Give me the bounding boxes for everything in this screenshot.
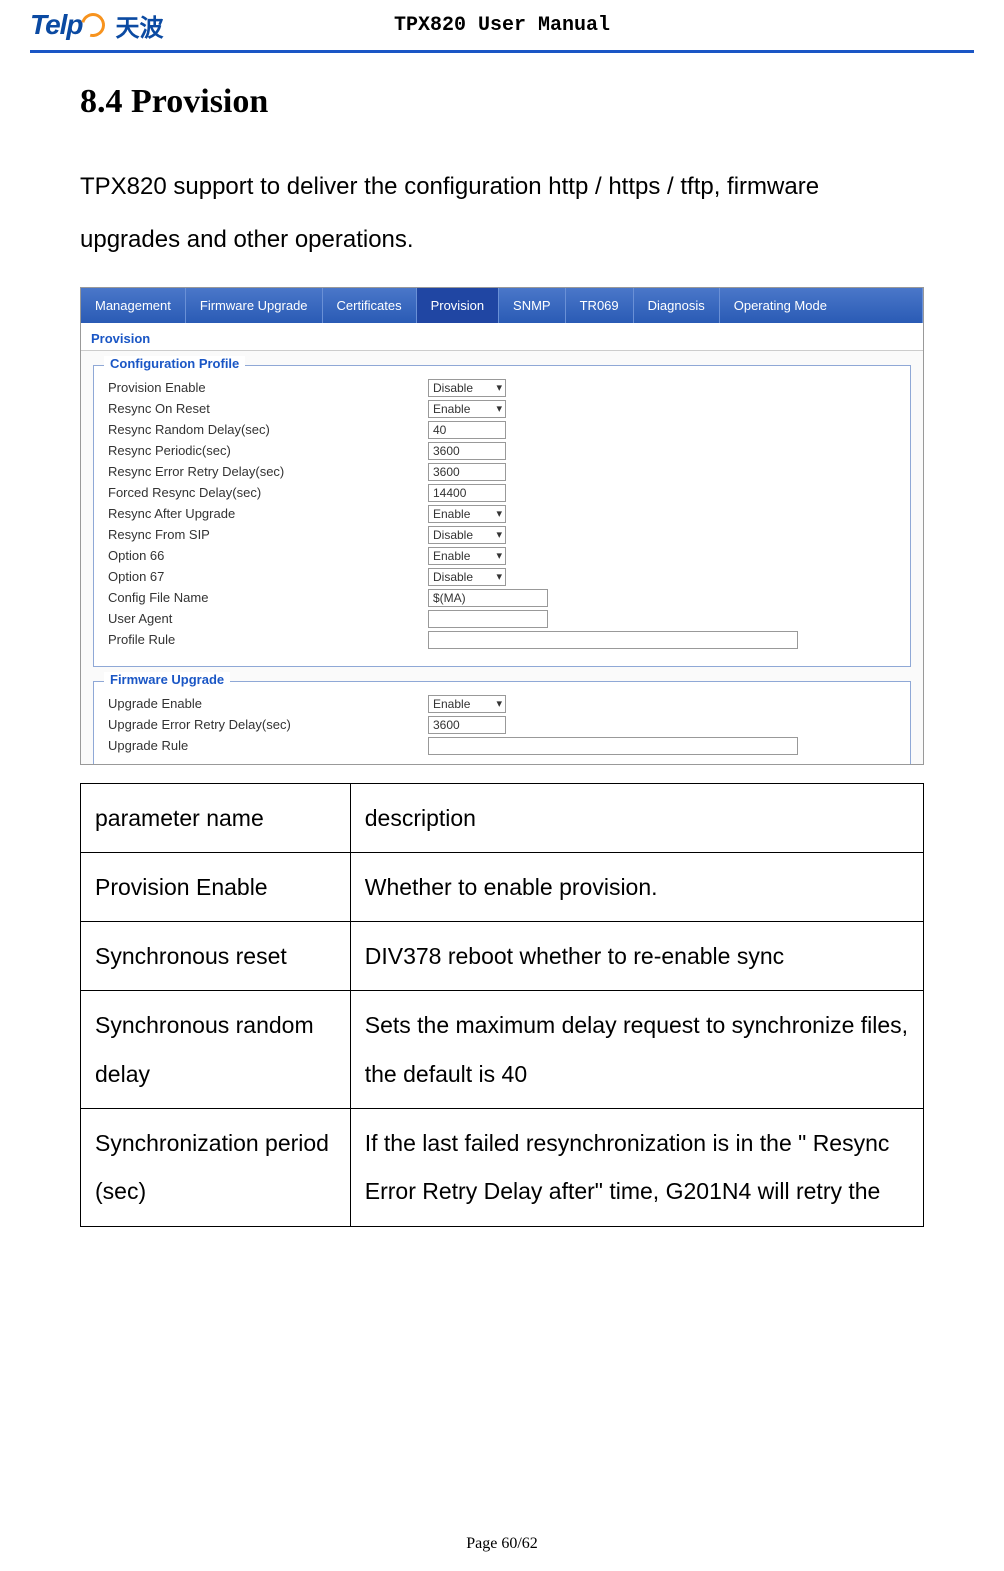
logo-text-en: Telp xyxy=(30,9,106,41)
label-provision-enable: Provision Enable xyxy=(108,380,428,395)
label-resync-after-upgrade: Resync After Upgrade xyxy=(108,506,428,521)
ui-section-header: Provision xyxy=(81,323,923,351)
tab-bar: Management Firmware Upgrade Certificates… xyxy=(81,288,923,323)
cell-desc: Whether to enable provision. xyxy=(350,852,923,921)
input-user-agent[interactable] xyxy=(428,610,548,628)
input-resync-periodic[interactable]: 3600 xyxy=(428,442,506,460)
select-resync-on-reset[interactable]: Enable xyxy=(428,400,506,418)
tab-provision[interactable]: Provision xyxy=(417,288,499,323)
cell-name: Synchronization period (sec) xyxy=(81,1109,351,1227)
input-resync-random-delay[interactable]: 40 xyxy=(428,421,506,439)
tab-firmware-upgrade[interactable]: Firmware Upgrade xyxy=(186,288,323,323)
label-user-agent: User Agent xyxy=(108,611,428,626)
select-option-66[interactable]: Enable xyxy=(428,547,506,565)
tab-diagnosis[interactable]: Diagnosis xyxy=(634,288,720,323)
doc-title: TPX820 User Manual xyxy=(394,14,610,37)
logo-text-cn: 天波 xyxy=(116,8,164,43)
input-upgrade-rule[interactable] xyxy=(428,737,798,755)
select-resync-after-upgrade[interactable]: Enable xyxy=(428,505,506,523)
label-resync-on-reset: Resync On Reset xyxy=(108,401,428,416)
select-provision-enable[interactable]: Disable xyxy=(428,379,506,397)
input-forced-resync-delay[interactable]: 14400 xyxy=(428,484,506,502)
select-option-67[interactable]: Disable xyxy=(428,568,506,586)
table-row: Synchronous reset DIV378 reboot whether … xyxy=(81,922,924,991)
tab-management[interactable]: Management xyxy=(81,288,186,323)
label-upgrade-rule: Upgrade Rule xyxy=(108,738,428,753)
label-upgrade-enable: Upgrade Enable xyxy=(108,696,428,711)
select-upgrade-enable[interactable]: Enable xyxy=(428,695,506,713)
cell-name: Synchronous random delay xyxy=(81,991,351,1109)
label-resync-from-sip: Resync From SIP xyxy=(108,527,428,542)
embedded-ui: Management Firmware Upgrade Certificates… xyxy=(80,287,924,765)
input-config-file-name[interactable]: $(MA) xyxy=(428,589,548,607)
input-upgrade-error-retry-delay[interactable]: 3600 xyxy=(428,716,506,734)
label-profile-rule: Profile Rule xyxy=(108,632,428,647)
page-footer: Page 60/62 xyxy=(0,1535,1004,1553)
tab-tr069[interactable]: TR069 xyxy=(566,288,634,323)
table-header-desc: description xyxy=(350,783,923,852)
input-resync-error-retry-delay[interactable]: 3600 xyxy=(428,463,506,481)
label-forced-resync-delay: Forced Resync Delay(sec) xyxy=(108,485,428,500)
parameter-table: parameter name description Provision Ena… xyxy=(80,783,924,1227)
cell-desc: If the last failed resynchronization is … xyxy=(350,1109,923,1227)
label-option-67: Option 67 xyxy=(108,569,428,584)
cell-name: Provision Enable xyxy=(81,852,351,921)
section-intro: TPX820 support to deliver the configurat… xyxy=(80,161,924,267)
group-configuration-profile: Configuration Profile Provision EnableDi… xyxy=(93,365,911,667)
label-upgrade-error-retry-delay: Upgrade Error Retry Delay(sec) xyxy=(108,717,428,732)
select-resync-from-sip[interactable]: Disable xyxy=(428,526,506,544)
legend-configuration-profile: Configuration Profile xyxy=(104,356,245,371)
legend-firmware-upgrade: Firmware Upgrade xyxy=(104,672,230,687)
input-profile-rule[interactable] xyxy=(428,631,798,649)
cell-name: Synchronous reset xyxy=(81,922,351,991)
table-row: Provision Enable Whether to enable provi… xyxy=(81,852,924,921)
table-header-name: parameter name xyxy=(81,783,351,852)
label-config-file-name: Config File Name xyxy=(108,590,428,605)
label-resync-random-delay: Resync Random Delay(sec) xyxy=(108,422,428,437)
tab-snmp[interactable]: SNMP xyxy=(499,288,566,323)
section-title: 8.4 Provision xyxy=(80,83,924,121)
table-row: Synchronization period (sec) If the last… xyxy=(81,1109,924,1227)
tab-operating-mode[interactable]: Operating Mode xyxy=(720,288,923,323)
tab-certificates[interactable]: Certificates xyxy=(323,288,417,323)
page-header: Telp 天波 TPX820 User Manual xyxy=(30,0,974,53)
cell-desc: DIV378 reboot whether to re-enable sync xyxy=(350,922,923,991)
group-firmware-upgrade: Firmware Upgrade Upgrade EnableEnable Up… xyxy=(93,681,911,764)
cell-desc: Sets the maximum delay request to synchr… xyxy=(350,991,923,1109)
label-option-66: Option 66 xyxy=(108,548,428,563)
label-resync-periodic: Resync Periodic(sec) xyxy=(108,443,428,458)
table-row: parameter name description xyxy=(81,783,924,852)
label-resync-error-retry-delay: Resync Error Retry Delay(sec) xyxy=(108,464,428,479)
logo: Telp 天波 xyxy=(30,8,164,43)
table-row: Synchronous random delay Sets the maximu… xyxy=(81,991,924,1109)
